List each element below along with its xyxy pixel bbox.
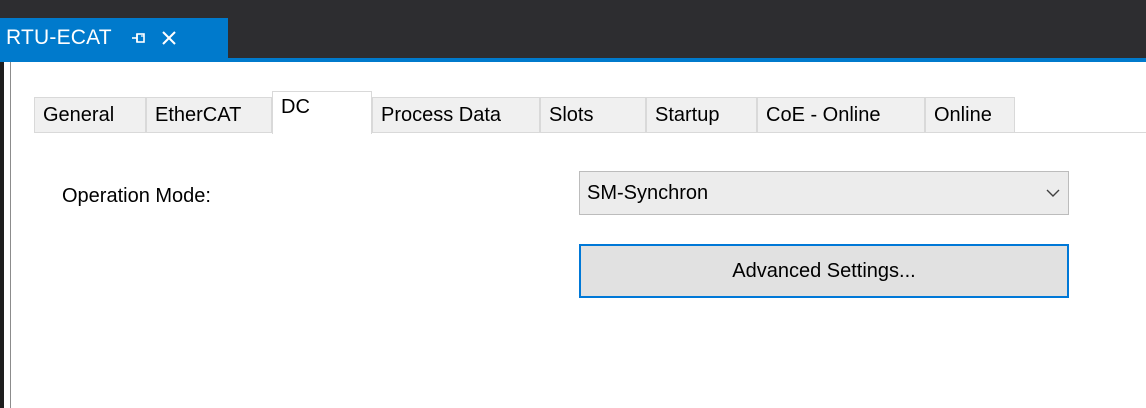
tab-label: Process Data	[381, 104, 502, 126]
twincat-device-editor: RTU-ECAT General EtherCAT DC Process Dat…	[0, 0, 1146, 408]
tab-online[interactable]: Online	[925, 97, 1015, 133]
left-edge	[0, 62, 4, 408]
tab-label: General	[43, 104, 115, 126]
close-icon[interactable]	[158, 27, 180, 49]
tab-slots[interactable]: Slots	[540, 97, 646, 133]
document-body: General EtherCAT DC Process Data Slots S…	[0, 62, 1146, 408]
document-tab-strip: RTU-ECAT	[0, 0, 1146, 58]
tab-label: Slots	[549, 104, 594, 126]
left-border	[10, 62, 11, 408]
document-tab-rtu-ecat[interactable]: RTU-ECAT	[0, 18, 228, 58]
operation-mode-dropdown[interactable]: SM-Synchron	[579, 171, 1069, 215]
tab-label: EtherCAT	[155, 104, 242, 126]
tab-label: CoE - Online	[766, 104, 881, 126]
tab-ethercat[interactable]: EtherCAT	[146, 97, 272, 133]
dc-tab-panel: Operation Mode: SM-Synchron Advanced Set…	[34, 133, 1146, 408]
tab-process-data[interactable]: Process Data	[372, 97, 540, 133]
pin-icon[interactable]	[130, 28, 150, 48]
advanced-settings-label: Advanced Settings...	[732, 259, 916, 282]
tab-dc[interactable]: DC	[272, 91, 372, 134]
operation-mode-label: Operation Mode:	[62, 185, 211, 207]
document-tab-title: RTU-ECAT	[6, 26, 112, 49]
chevron-down-icon[interactable]	[1038, 172, 1068, 214]
tab-label: Online	[934, 104, 992, 126]
tab-label: DC	[281, 96, 310, 118]
advanced-settings-button[interactable]: Advanced Settings...	[579, 244, 1069, 298]
tab-startup[interactable]: Startup	[646, 97, 757, 133]
tab-label: Startup	[655, 104, 720, 126]
tab-coe-online[interactable]: CoE - Online	[757, 97, 925, 133]
tab-general[interactable]: General	[34, 97, 146, 133]
operation-mode-value: SM-Synchron	[587, 181, 709, 204]
